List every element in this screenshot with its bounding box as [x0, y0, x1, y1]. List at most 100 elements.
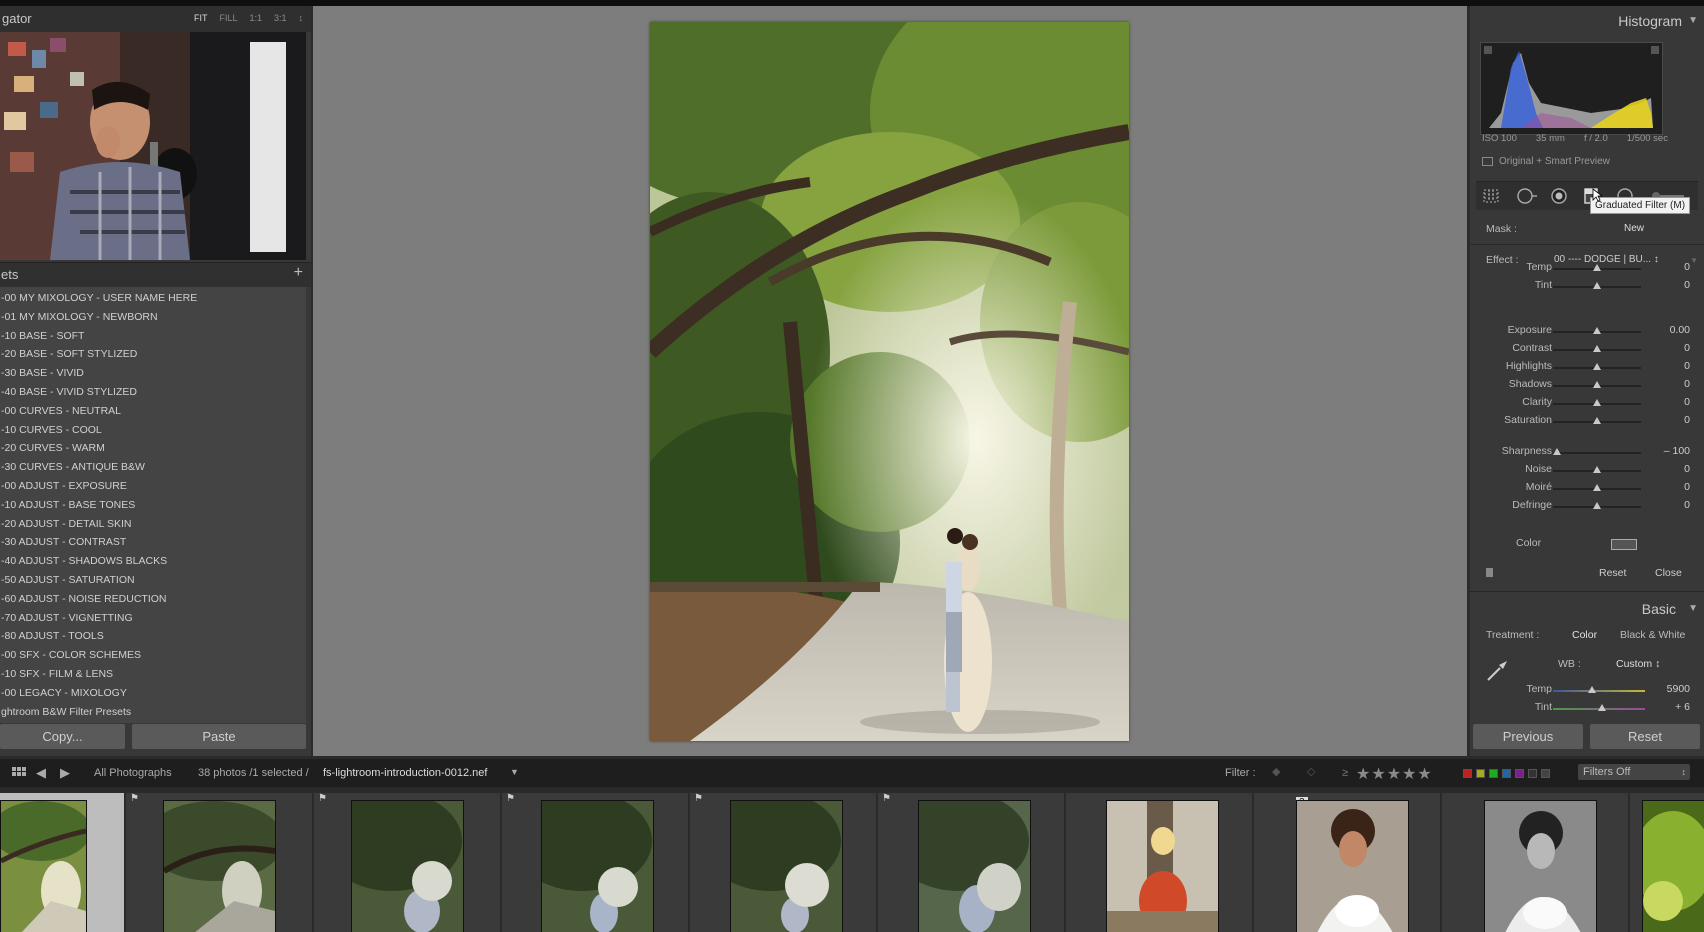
slider-handle[interactable] — [1593, 417, 1601, 424]
preset-item[interactable]: -60 ADJUST - NOISE REDUCTION — [0, 590, 306, 609]
histogram-title[interactable]: Histogram — [1618, 13, 1682, 29]
slider-value[interactable]: 5900 — [1667, 683, 1690, 695]
preset-item[interactable]: -30 CURVES - ANTIQUE B&W — [0, 458, 306, 477]
filmstrip-cell[interactable]: ⚑ — [314, 793, 500, 932]
slider-value[interactable]: 0 — [1684, 499, 1690, 511]
slider-value[interactable]: 0 — [1684, 360, 1690, 372]
slider-temp[interactable]: Temp 5900 — [1470, 682, 1704, 698]
preset-item[interactable]: -00 MY MIXOLOGY - USER NAME HERE — [0, 289, 306, 308]
copy-button[interactable]: Copy... — [0, 724, 125, 749]
filmstrip-cell[interactable]: ⚑ — [878, 793, 1064, 932]
back-arrow-icon[interactable]: ◀ — [36, 765, 46, 781]
crop-overlay-icon[interactable] — [1482, 187, 1500, 205]
preset-item[interactable]: ghtroom B&W Filter Presets — [0, 703, 306, 722]
reject-filter-icon[interactable]: ◇ — [1307, 765, 1315, 778]
filmstrip-thumbnail[interactable] — [351, 800, 464, 932]
zoom-fill[interactable]: FILL — [219, 13, 237, 23]
zoom-fit[interactable]: FIT — [194, 13, 208, 23]
mask-close-button[interactable]: Close — [1655, 567, 1682, 579]
slider-handle[interactable] — [1593, 327, 1601, 334]
filmstrip-cell[interactable]: 2 — [1254, 793, 1440, 932]
slider-noise[interactable]: Noise 0 — [1470, 462, 1704, 478]
color-label-filter[interactable] — [1463, 769, 1550, 778]
filmstrip[interactable]: ⚑ ⚑ ⚑ ⚑ ⚑ 2 — [0, 787, 1704, 932]
preset-item[interactable]: -20 CURVES - WARM — [0, 439, 306, 458]
treatment-color-option[interactable]: Color — [1572, 629, 1597, 641]
preset-item[interactable]: -00 CURVES - NEUTRAL — [0, 402, 306, 421]
white-balance-picker-icon[interactable] — [1484, 656, 1512, 684]
preset-item[interactable]: -20 ADJUST - DETAIL SKIN — [0, 515, 306, 534]
slider-moir[interactable]: Moiré 0 — [1470, 480, 1704, 496]
filmstrip-cell-selected[interactable] — [0, 793, 124, 932]
slider-saturation[interactable]: Saturation 0 — [1470, 413, 1704, 429]
slider-tint[interactable]: Tint + 6 — [1470, 700, 1704, 716]
slider-value[interactable]: 0 — [1684, 396, 1690, 408]
filmstrip-thumbnail[interactable] — [730, 800, 843, 932]
forward-arrow-icon[interactable]: ▶ — [60, 765, 70, 781]
slider-handle[interactable] — [1593, 381, 1601, 388]
grid-view-icon[interactable] — [12, 767, 26, 779]
previous-button[interactable]: Previous — [1473, 724, 1583, 749]
basic-title[interactable]: Basic — [1642, 601, 1676, 617]
filmstrip-cell[interactable]: ⚑ — [502, 793, 688, 932]
filmstrip-thumbnail[interactable] — [1296, 800, 1409, 932]
basic-collapse-icon[interactable]: ▼ — [1688, 603, 1698, 614]
preset-item[interactable]: -40 ADJUST - SHADOWS BLACKS — [0, 552, 306, 571]
filmstrip-cell[interactable] — [1630, 793, 1704, 932]
slider-handle[interactable] — [1553, 448, 1562, 455]
star-rating-filter[interactable]: ★★★★★ — [1356, 764, 1433, 784]
slider-value[interactable]: 0 — [1684, 342, 1690, 354]
source-label[interactable]: All Photographs — [94, 767, 172, 779]
filmstrip-thumbnail[interactable] — [1484, 800, 1597, 932]
histogram-collapse-icon[interactable]: ▼ — [1688, 15, 1698, 26]
mask-reset-button[interactable]: Reset — [1599, 567, 1626, 579]
filmstrip-cell[interactable]: ⚑ — [690, 793, 876, 932]
histogram-graph[interactable] — [1480, 42, 1663, 135]
red-eye-icon[interactable] — [1550, 187, 1568, 205]
preset-item[interactable]: -50 ADJUST - SATURATION — [0, 571, 306, 590]
preset-item[interactable]: -10 BASE - SOFT — [0, 327, 306, 346]
navigator-header[interactable]: gator FIT FILL 1:1 3:1 ↕ — [0, 6, 311, 32]
filmstrip-cell[interactable]: ⚑ — [126, 793, 312, 932]
slider-value[interactable]: 0.00 — [1670, 324, 1690, 336]
navigator-preview[interactable] — [0, 32, 306, 260]
slider-track[interactable] — [1553, 452, 1641, 454]
slider-value[interactable]: 0 — [1684, 261, 1690, 273]
spot-removal-icon[interactable] — [1516, 187, 1538, 205]
slider-clarity[interactable]: Clarity 0 — [1470, 395, 1704, 411]
filmstrip-thumbnail[interactable] — [1106, 800, 1219, 932]
add-preset-icon[interactable]: + — [294, 264, 303, 282]
zoom-3-1[interactable]: 3:1 — [274, 13, 287, 23]
slider-handle[interactable] — [1587, 686, 1596, 693]
preset-item[interactable]: -70 ADJUST - VIGNETTING — [0, 609, 306, 628]
slider-handle[interactable] — [1597, 704, 1606, 711]
slider-value[interactable]: 0 — [1684, 414, 1690, 426]
mask-toggle-switch[interactable] — [1486, 568, 1493, 577]
slider-handle[interactable] — [1593, 484, 1601, 491]
filmstrip-thumbnail[interactable] — [1642, 800, 1704, 932]
preset-item[interactable]: -30 ADJUST - CONTRAST — [0, 533, 306, 552]
slider-handle[interactable] — [1593, 502, 1601, 509]
preset-item[interactable]: -10 ADJUST - BASE TONES — [0, 496, 306, 515]
filmstrip-thumbnail[interactable] — [163, 800, 276, 932]
preset-item[interactable]: -30 BASE - VIVID — [0, 364, 306, 383]
preset-item[interactable]: -20 BASE - SOFT STYLIZED — [0, 345, 306, 364]
slider-tint[interactable]: Tint 0 — [1470, 278, 1704, 294]
preset-item[interactable]: -10 CURVES - COOL — [0, 421, 306, 440]
preset-item[interactable]: -80 ADJUST - TOOLS — [0, 627, 306, 646]
zoom-1-1[interactable]: 1:1 — [249, 13, 262, 23]
wb-select[interactable]: Custom ↕ — [1616, 658, 1660, 670]
slider-value[interactable]: 0 — [1684, 378, 1690, 390]
slider-handle[interactable] — [1593, 282, 1601, 289]
slider-handle[interactable] — [1593, 399, 1601, 406]
smart-preview-status[interactable]: Original + Smart Preview — [1482, 156, 1610, 167]
filmstrip-cell[interactable] — [1066, 793, 1252, 932]
slider-sharpness[interactable]: Sharpness – 100 — [1470, 444, 1704, 460]
loupe-view[interactable] — [313, 6, 1467, 756]
paste-button[interactable]: Paste — [132, 724, 306, 749]
preset-item[interactable]: -00 LEGACY - MIXOLOGY — [0, 684, 306, 703]
filmstrip-thumbnail[interactable] — [541, 800, 654, 932]
slider-highlights[interactable]: Highlights 0 — [1470, 359, 1704, 375]
slider-value[interactable]: 0 — [1684, 279, 1690, 291]
flag-filter-icon[interactable]: ◆ — [1272, 765, 1280, 778]
